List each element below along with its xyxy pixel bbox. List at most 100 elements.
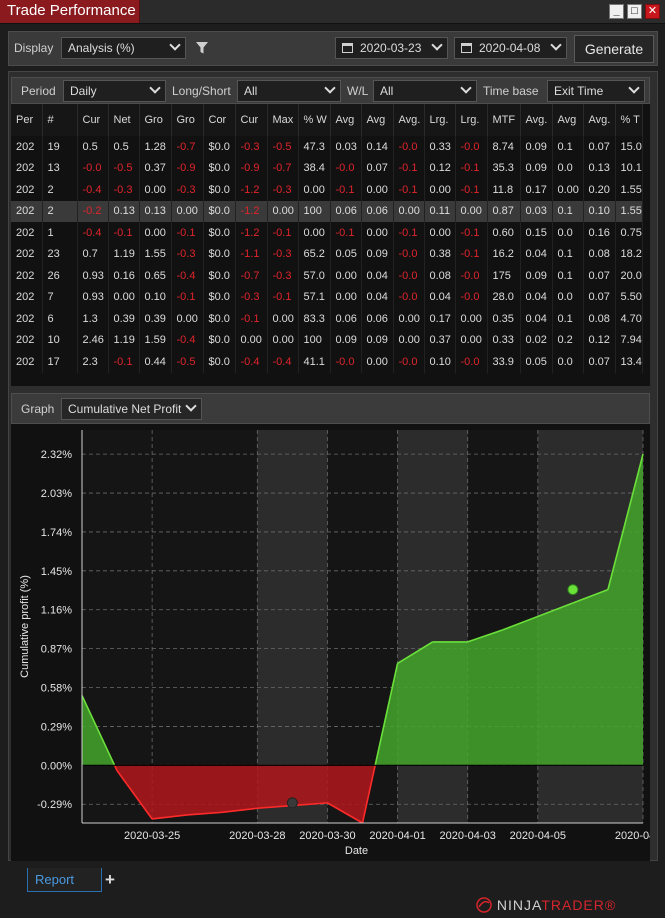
table-cell: 0.00 [393, 200, 425, 222]
table-cell: -0.0 [455, 351, 488, 373]
table-cell: -0.3 [235, 136, 268, 158]
close-button[interactable]: ✕ [645, 4, 660, 19]
column-header[interactable]: Cur [235, 104, 268, 136]
y-tick-label: 1.16% [41, 605, 72, 617]
filter-icon[interactable] [195, 41, 209, 55]
table-cell: 0.00 [267, 329, 299, 351]
table-cell: 0.07 [583, 136, 616, 158]
graph-select[interactable]: Cumulative Net Profit [61, 398, 202, 420]
table-cell: 0.07 [583, 265, 616, 287]
column-header[interactable]: MTF [487, 104, 521, 136]
cumulative-profit-chart: 2.32% 2.03% 1.74% 1.45% 1.16% 0.87% 0.58% 0.29%… [19, 430, 665, 857]
table-cell: 0.00 [552, 179, 584, 201]
table-row[interactable]: 202 1 -0.4 -0.1 0.00 -0.1 $0.0 -1.2 -0.1 0.00 -0.1… [11, 222, 643, 244]
table-cell: 0.5 [108, 136, 140, 158]
start-date-picker[interactable]: 2020-03-23 [335, 37, 448, 59]
calendar-icon [461, 43, 472, 53]
table-row[interactable]: 202 2 -0.2 0.13 0.13 0.00 $0.0 -1.2 0.00 100 0.06 0… [11, 200, 643, 222]
table-cell: 33.9 [487, 351, 521, 373]
table-cell: 0.1 [552, 136, 584, 158]
table-cell: 1.19 [108, 243, 140, 265]
column-header[interactable]: Avg [552, 104, 584, 136]
ninjatrader-logo-icon [476, 897, 492, 913]
chart-area: 2.32% 2.03% 1.74% 1.45% 1.16% 0.87% 0.58% 0.29%… [11, 424, 665, 861]
table-cell: -0.0 [393, 286, 425, 308]
table-cell: 0.39 [108, 308, 140, 330]
maximize-button[interactable]: □ [627, 4, 642, 19]
column-header[interactable]: Cur [77, 104, 109, 136]
table-cell: 41.1 [298, 351, 331, 373]
column-header[interactable]: Avg [361, 104, 394, 136]
table-cell: 0.2 [552, 329, 584, 351]
table-cell: 202 [11, 157, 43, 179]
end-date-picker[interactable]: 2020-04-08 [454, 37, 567, 59]
table-row[interactable]: 202 13 -0.0 -0.5 0.37 -0.9 $0.0 -0.9 -0.7 38.4 -0.… [11, 157, 643, 179]
table-cell: 0.10 [583, 200, 616, 222]
table-cell: 15.0 [615, 136, 643, 158]
chevron-down-icon [460, 82, 472, 94]
y-tick-label: 2.32% [41, 449, 72, 461]
table-row[interactable]: 202 6 1.3 0.39 0.39 0.00 $0.0 -0.1 0.00 83.3 0.06 0… [11, 308, 643, 330]
y-tick-label: 1.74% [41, 527, 72, 539]
column-header[interactable]: Net [108, 104, 140, 136]
table-row[interactable]: 202 2 -0.4 -0.3 0.00 -0.3 $0.0 -1.2 -0.3 0.00 -0.1… [11, 179, 643, 201]
table-cell: 28.0 [487, 286, 521, 308]
table-row[interactable]: 202 19 0.5 0.5 1.28 -0.7 $0.0 -0.3 -0.5 47.3 0.03 0… [11, 136, 643, 158]
longshort-value: All [244, 84, 258, 98]
table-cell: -0.0 [393, 265, 425, 287]
minimize-button[interactable]: _ [609, 4, 624, 19]
wl-select[interactable]: All [373, 80, 477, 102]
table-cell: -0.1 [108, 222, 140, 244]
column-header[interactable]: Max [267, 104, 299, 136]
column-header[interactable]: Gro [171, 104, 204, 136]
table-cell: 26 [42, 265, 78, 287]
column-header[interactable]: Lrg. [455, 104, 488, 136]
table-row[interactable]: 202 26 0.93 0.16 0.65 -0.4 $0.0 -0.7 -0.3 57.0 0.0… [11, 265, 643, 287]
column-header[interactable]: Lrg. [424, 104, 456, 136]
column-header[interactable]: Gro [139, 104, 172, 136]
table-cell: -0.4 [171, 329, 204, 351]
table-cell: 0.16 [108, 265, 140, 287]
display-select[interactable]: Analysis (%) [61, 37, 186, 59]
column-header[interactable]: Per [11, 104, 43, 136]
table-cell: 0.06 [361, 308, 394, 330]
table-cell: $0.0 [203, 157, 236, 179]
y-tick-label: -0.29% [37, 799, 72, 811]
table-cell: -0.9 [171, 157, 204, 179]
table-cell: 0.00 [139, 179, 172, 201]
table-cell: 65.2 [298, 243, 331, 265]
table-row[interactable]: 202 23 0.7 1.19 1.55 -0.3 $0.0 -1.1 -0.3 65.2 0.05… [11, 243, 643, 265]
table-row[interactable]: 202 10 2.46 1.19 1.59 -0.4 $0.0 0.00 0.00 100 0.09… [11, 329, 643, 351]
add-tab-button[interactable]: + [105, 870, 115, 890]
column-header[interactable]: Avg [330, 104, 362, 136]
longshort-select[interactable]: All [237, 80, 341, 102]
table-cell: 0.00 [455, 200, 488, 222]
table-cell: 1.55 [139, 243, 172, 265]
column-header[interactable]: % T [615, 104, 643, 136]
tab-report[interactable]: Report [27, 868, 102, 892]
table-cell: 0.00 [424, 179, 456, 201]
table-cell: -0.1 [108, 351, 140, 373]
period-label: Period [21, 84, 56, 98]
graph-label: Graph [21, 402, 55, 416]
table-row[interactable]: 202 17 2.3 -0.1 0.44 -0.5 $0.0 -0.4 -0.4 41.1 -0.0… [11, 351, 643, 373]
table-cell: 0.00 [298, 179, 331, 201]
period-select[interactable]: Daily [63, 80, 166, 102]
column-header[interactable]: % W [298, 104, 331, 136]
table-row[interactable]: 202 7 0.93 0.00 0.10 -0.1 $0.0 -0.3 -0.1 57.1 0.00… [11, 286, 643, 308]
table-cell: -0.0 [330, 157, 362, 179]
timebase-select[interactable]: Exit Time [547, 80, 645, 102]
table-cell: 0.00 [393, 308, 425, 330]
table-cell: 202 [11, 243, 43, 265]
table-cell: 0.07 [361, 157, 394, 179]
column-header[interactable]: # [42, 104, 78, 136]
column-header[interactable]: Avg. [520, 104, 553, 136]
table-cell: 2 [42, 200, 78, 222]
generate-button[interactable]: Generate [574, 35, 654, 63]
table-cell: 1.28 [139, 136, 172, 158]
column-header[interactable]: Cor [203, 104, 236, 136]
column-header[interactable]: Avg. [583, 104, 616, 136]
table-cell: 0.07 [583, 351, 616, 373]
toolbar: Display Analysis (%) 2020-03-23 2020-04-… [8, 31, 658, 66]
column-header[interactable]: Avg. [393, 104, 425, 136]
